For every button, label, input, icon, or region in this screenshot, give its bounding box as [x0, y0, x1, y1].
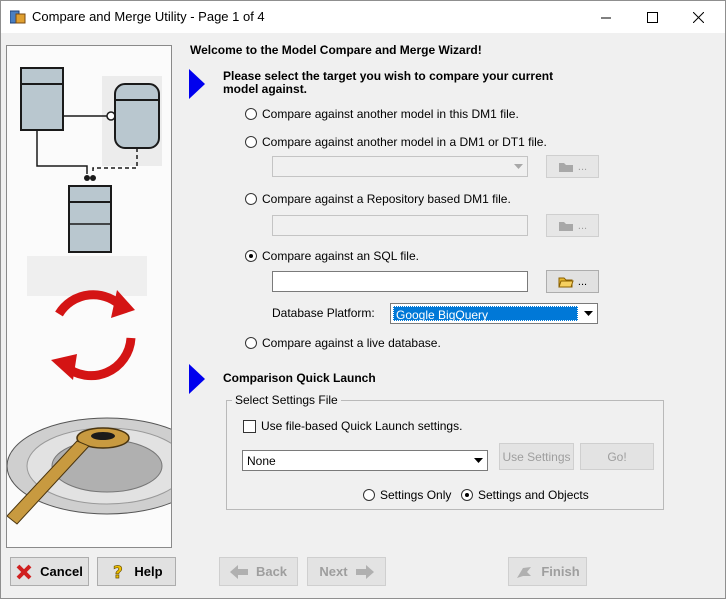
option-other-dm1-radio[interactable] [245, 136, 257, 148]
repository-browse-button[interactable]: ... [546, 214, 599, 237]
svg-text:?: ? [113, 563, 123, 581]
use-file-settings-checkbox[interactable] [243, 419, 256, 433]
minimize-icon [600, 17, 611, 18]
browse-label: ... [577, 275, 588, 288]
option-this-dm1-radio[interactable] [245, 108, 257, 120]
settings-only-label: Settings Only [380, 488, 452, 502]
model-file-browse-button[interactable]: ... [546, 155, 599, 178]
section-arrow-icon [189, 69, 205, 99]
finish-flag-icon [517, 566, 532, 578]
cancel-button[interactable]: Cancel [10, 557, 89, 586]
use-settings-button[interactable]: Use Settings [499, 443, 574, 470]
chevron-down-icon [470, 452, 486, 469]
wizard-window: Compare and Merge Utility - Page 1 of 4 [0, 0, 726, 599]
maximize-icon [646, 11, 658, 23]
maximize-button[interactable] [629, 1, 675, 33]
option-repository-radio[interactable] [245, 193, 257, 205]
title-bar: Compare and Merge Utility - Page 1 of 4 [1, 1, 725, 33]
question-icon: ? [113, 563, 124, 581]
settings-only-radio[interactable] [363, 489, 375, 501]
target-heading-line2: model against. [223, 82, 308, 96]
left-arrow-icon [229, 564, 248, 579]
help-label: Help [134, 564, 163, 579]
sql-file-browse-button[interactable]: ... [546, 270, 599, 293]
folder-icon [558, 221, 573, 231]
wizard-illustration [6, 45, 172, 548]
option-live-db-label: Compare against a live database. [262, 336, 441, 350]
settings-file-group-title: Select Settings File [232, 393, 341, 407]
next-label: Next [319, 564, 348, 579]
settings-only-option[interactable]: Settings Only [363, 488, 451, 502]
minimize-button[interactable] [583, 1, 629, 33]
db-platform-select[interactable]: Google BigQuery [390, 303, 598, 324]
close-button[interactable] [675, 1, 721, 33]
help-button[interactable]: ? Help [97, 557, 176, 586]
next-button[interactable]: Next [307, 557, 386, 586]
browse-label: ... [577, 219, 588, 232]
x-icon [16, 564, 32, 579]
welcome-heading: Welcome to the Model Compare and Merge W… [190, 43, 482, 57]
folder-icon [558, 162, 573, 172]
option-sql-file-label: Compare against an SQL file. [262, 249, 419, 263]
compare-app-icon [10, 10, 26, 24]
option-repository-label: Compare against a Repository based DM1 f… [262, 192, 511, 206]
compare-merge-illustration [7, 67, 171, 525]
option-sql-file-radio[interactable] [245, 250, 257, 262]
back-button[interactable]: Back [219, 557, 298, 586]
finish-label: Finish [541, 564, 580, 579]
section-arrow-icon [189, 364, 205, 394]
target-heading: Please select the target you wish to com… [223, 70, 553, 96]
use-file-settings-option[interactable]: Use file-based Quick Launch settings. [243, 419, 462, 433]
option-other-dm1[interactable]: Compare against another model in a DM1 o… [245, 135, 547, 149]
settings-file-value: None [247, 454, 276, 468]
back-label: Back [255, 564, 288, 579]
settings-and-objects-label: Settings and Objects [478, 488, 589, 502]
browse-label: ... [577, 160, 588, 173]
go-label: Go! [607, 449, 627, 464]
option-sql-file[interactable]: Compare against an SQL file. [245, 249, 419, 263]
model-file-combo[interactable] [272, 156, 528, 177]
db-platform-value: Google BigQuery [393, 306, 578, 322]
settings-file-select[interactable]: None [242, 450, 488, 471]
use-file-settings-label: Use file-based Quick Launch settings. [261, 419, 463, 433]
option-repository[interactable]: Compare against a Repository based DM1 f… [245, 192, 511, 206]
window-title: Compare and Merge Utility - Page 1 of 4 [32, 9, 265, 24]
cancel-label: Cancel [40, 564, 83, 579]
option-this-dm1[interactable]: Compare against another model in this DM… [245, 107, 519, 121]
chevron-down-icon [580, 305, 596, 322]
use-settings-label: Use Settings [502, 449, 571, 464]
finish-button[interactable]: Finish [508, 557, 587, 586]
right-arrow-icon [355, 564, 374, 579]
folder-icon [558, 277, 574, 288]
chevron-down-icon [510, 158, 526, 175]
option-live-db[interactable]: Compare against a live database. [245, 336, 441, 350]
option-other-dm1-label: Compare against another model in a DM1 o… [262, 135, 547, 149]
close-icon [692, 11, 704, 23]
go-button[interactable]: Go! [580, 443, 654, 470]
repository-path-field[interactable] [272, 215, 528, 236]
option-live-db-radio[interactable] [245, 337, 257, 349]
option-this-dm1-label: Compare against another model in this DM… [262, 107, 519, 121]
settings-and-objects-option[interactable]: Settings and Objects [461, 488, 589, 502]
sql-file-field[interactable] [272, 271, 528, 292]
settings-and-objects-radio[interactable] [461, 489, 473, 501]
quick-launch-heading: Comparison Quick Launch [223, 371, 376, 385]
db-platform-label: Database Platform: [272, 306, 375, 320]
